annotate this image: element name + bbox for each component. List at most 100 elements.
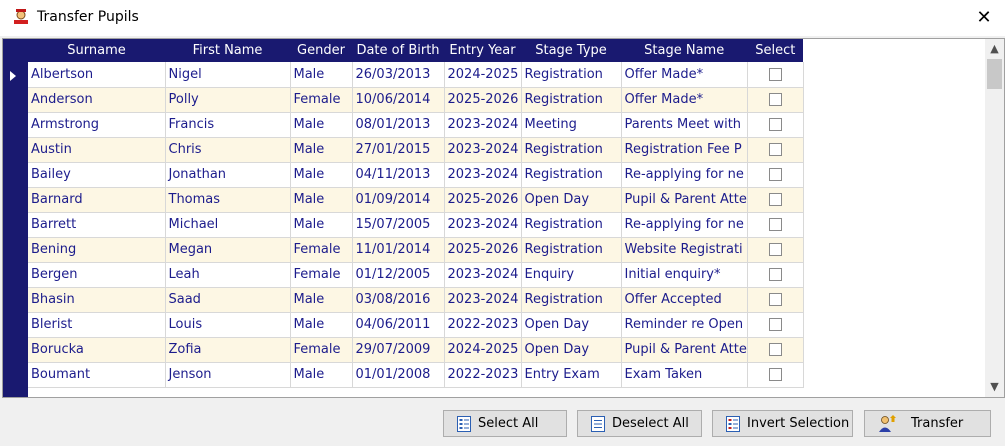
column-header[interactable]: Gender xyxy=(290,39,352,62)
gender-cell[interactable]: Male xyxy=(290,362,353,388)
surname-cell[interactable]: Armstrong xyxy=(28,112,166,138)
gender-cell[interactable]: Male xyxy=(290,287,353,313)
first-name-cell[interactable]: Jenson xyxy=(165,362,291,388)
entry-year-cell[interactable]: 2025-2026 xyxy=(444,187,522,213)
stage-type-cell[interactable]: Registration xyxy=(521,287,622,313)
surname-cell[interactable]: Albertson xyxy=(28,62,166,88)
gender-cell[interactable]: Female xyxy=(290,337,353,363)
entry-year-cell[interactable]: 2023-2024 xyxy=(444,287,522,313)
transfer-button[interactable]: Transfer xyxy=(864,410,991,437)
select-checkbox[interactable] xyxy=(768,318,782,331)
scroll-up-icon[interactable]: ▲ xyxy=(985,41,1004,57)
entry-year-cell[interactable]: 2024-2025 xyxy=(444,337,522,363)
stage-name-cell[interactable]: Offer Accepted xyxy=(621,287,748,313)
surname-cell[interactable]: Bhasin xyxy=(28,287,166,313)
first-name-cell[interactable]: Megan xyxy=(165,237,291,263)
table-row[interactable]: Bergen Leah Female 01/12/2005 2023-2024 Enqui… xyxy=(28,262,804,288)
entry-year-cell[interactable]: 2023-2024 xyxy=(444,212,522,238)
first-name-cell[interactable]: Polly xyxy=(165,87,291,113)
select-checkbox[interactable] xyxy=(768,67,782,81)
table-row[interactable]: Bhasin Saad Male 03/08/2016 2023-2024 Registr… xyxy=(28,287,804,313)
select-checkbox[interactable] xyxy=(768,243,782,256)
gender-cell[interactable]: Female xyxy=(290,237,353,263)
stage-type-cell[interactable]: Registration xyxy=(521,62,622,88)
invert-selection-button[interactable]: Invert Selection xyxy=(712,410,853,437)
select-checkbox[interactable] xyxy=(768,268,782,281)
table-row[interactable]: Boumant Jenson Male 01/01/2008 2022-2023 Entr… xyxy=(28,362,804,388)
stage-name-cell[interactable]: Offer Made* xyxy=(621,62,748,88)
column-header[interactable]: Date of Birth xyxy=(352,39,444,62)
select-checkbox[interactable] xyxy=(768,293,782,306)
table-row[interactable]: Anderson Polly Female 10/06/2014 2025-2026 Re… xyxy=(28,87,804,113)
scroll-down-icon[interactable]: ▼ xyxy=(985,379,1004,395)
first-name-cell[interactable]: Saad xyxy=(165,287,291,313)
first-name-cell[interactable]: Thomas xyxy=(165,187,291,213)
stage-type-cell[interactable]: Registration xyxy=(521,162,622,188)
surname-cell[interactable]: Austin xyxy=(28,137,166,163)
deselect-all-button[interactable]: Deselect All xyxy=(577,410,702,437)
entry-year-cell[interactable]: 2022-2023 xyxy=(444,312,522,338)
entry-year-cell[interactable]: 2025-2026 xyxy=(444,87,522,113)
entry-year-cell[interactable]: 2023-2024 xyxy=(444,112,522,138)
select-checkbox[interactable] xyxy=(768,193,782,206)
stage-name-cell[interactable]: Website Registrati xyxy=(621,237,748,263)
column-header[interactable]: Stage Type xyxy=(521,39,621,62)
select-checkbox[interactable] xyxy=(768,368,782,381)
surname-cell[interactable]: Barnard xyxy=(28,187,166,213)
surname-cell[interactable]: Borucka xyxy=(28,337,166,363)
first-name-cell[interactable]: Francis xyxy=(165,112,291,138)
table-row[interactable]: Bening Megan Female 11/01/2014 2025-2026 Regi… xyxy=(28,237,804,263)
gender-cell[interactable]: Male xyxy=(290,212,353,238)
stage-type-cell[interactable]: Open Day xyxy=(521,337,622,363)
stage-name-cell[interactable]: Parents Meet with xyxy=(621,112,748,138)
select-checkbox[interactable] xyxy=(768,93,782,106)
surname-cell[interactable]: Blerist xyxy=(28,312,166,338)
column-header[interactable]: First Name xyxy=(165,39,290,62)
dob-cell[interactable]: 01/12/2005 xyxy=(352,262,445,288)
stage-type-cell[interactable]: Enquiry xyxy=(521,262,622,288)
dob-cell[interactable]: 01/09/2014 xyxy=(352,187,445,213)
gender-cell[interactable]: Male xyxy=(290,312,353,338)
stage-type-cell[interactable]: Registration xyxy=(521,137,622,163)
entry-year-cell[interactable]: 2023-2024 xyxy=(444,137,522,163)
column-header[interactable]: Stage Name xyxy=(621,39,748,62)
dob-cell[interactable]: 29/07/2009 xyxy=(352,337,445,363)
stage-name-cell[interactable]: Exam Taken xyxy=(621,362,748,388)
stage-name-cell[interactable]: Initial enquiry* xyxy=(621,262,748,288)
stage-name-cell[interactable]: Offer Made* xyxy=(621,87,748,113)
column-header[interactable]: Surname xyxy=(28,39,165,62)
gender-cell[interactable]: Female xyxy=(290,262,353,288)
entry-year-cell[interactable]: 2023-2024 xyxy=(444,162,522,188)
first-name-cell[interactable]: Zofia xyxy=(165,337,291,363)
surname-cell[interactable]: Bening xyxy=(28,237,166,263)
column-header[interactable]: Select xyxy=(747,39,804,62)
select-all-button[interactable]: Select All xyxy=(443,410,567,437)
surname-cell[interactable]: Bergen xyxy=(28,262,166,288)
stage-name-cell[interactable]: Re-applying for ne xyxy=(621,162,748,188)
dob-cell[interactable]: 11/01/2014 xyxy=(352,237,445,263)
vertical-scrollbar[interactable]: ▲ ▼ xyxy=(985,39,1004,397)
surname-cell[interactable]: Boumant xyxy=(28,362,166,388)
select-checkbox[interactable] xyxy=(768,343,782,356)
dob-cell[interactable]: 04/11/2013 xyxy=(352,162,445,188)
select-checkbox[interactable] xyxy=(768,218,782,231)
entry-year-cell[interactable]: 2023-2024 xyxy=(444,262,522,288)
stage-type-cell[interactable]: Registration xyxy=(521,212,622,238)
stage-type-cell[interactable]: Entry Exam xyxy=(521,362,622,388)
dob-cell[interactable]: 15/07/2005 xyxy=(352,212,445,238)
surname-cell[interactable]: Barrett xyxy=(28,212,166,238)
close-icon[interactable]: ✕ xyxy=(970,4,998,32)
gender-cell[interactable]: Male xyxy=(290,62,353,88)
table-row[interactable]: Austin Chris Male 27/01/2015 2023-2024 Regist… xyxy=(28,137,804,163)
stage-name-cell[interactable]: Reminder re Open xyxy=(621,312,748,338)
stage-type-cell[interactable]: Registration xyxy=(521,237,622,263)
select-checkbox[interactable] xyxy=(768,118,782,131)
first-name-cell[interactable]: Louis xyxy=(165,312,291,338)
dob-cell[interactable]: 03/08/2016 xyxy=(352,287,445,313)
stage-name-cell[interactable]: Pupil & Parent Atte xyxy=(621,337,748,363)
first-name-cell[interactable]: Leah xyxy=(165,262,291,288)
gender-cell[interactable]: Male xyxy=(290,187,353,213)
first-name-cell[interactable]: Nigel xyxy=(165,62,291,88)
dob-cell[interactable]: 10/06/2014 xyxy=(352,87,445,113)
stage-type-cell[interactable]: Meeting xyxy=(521,112,622,138)
